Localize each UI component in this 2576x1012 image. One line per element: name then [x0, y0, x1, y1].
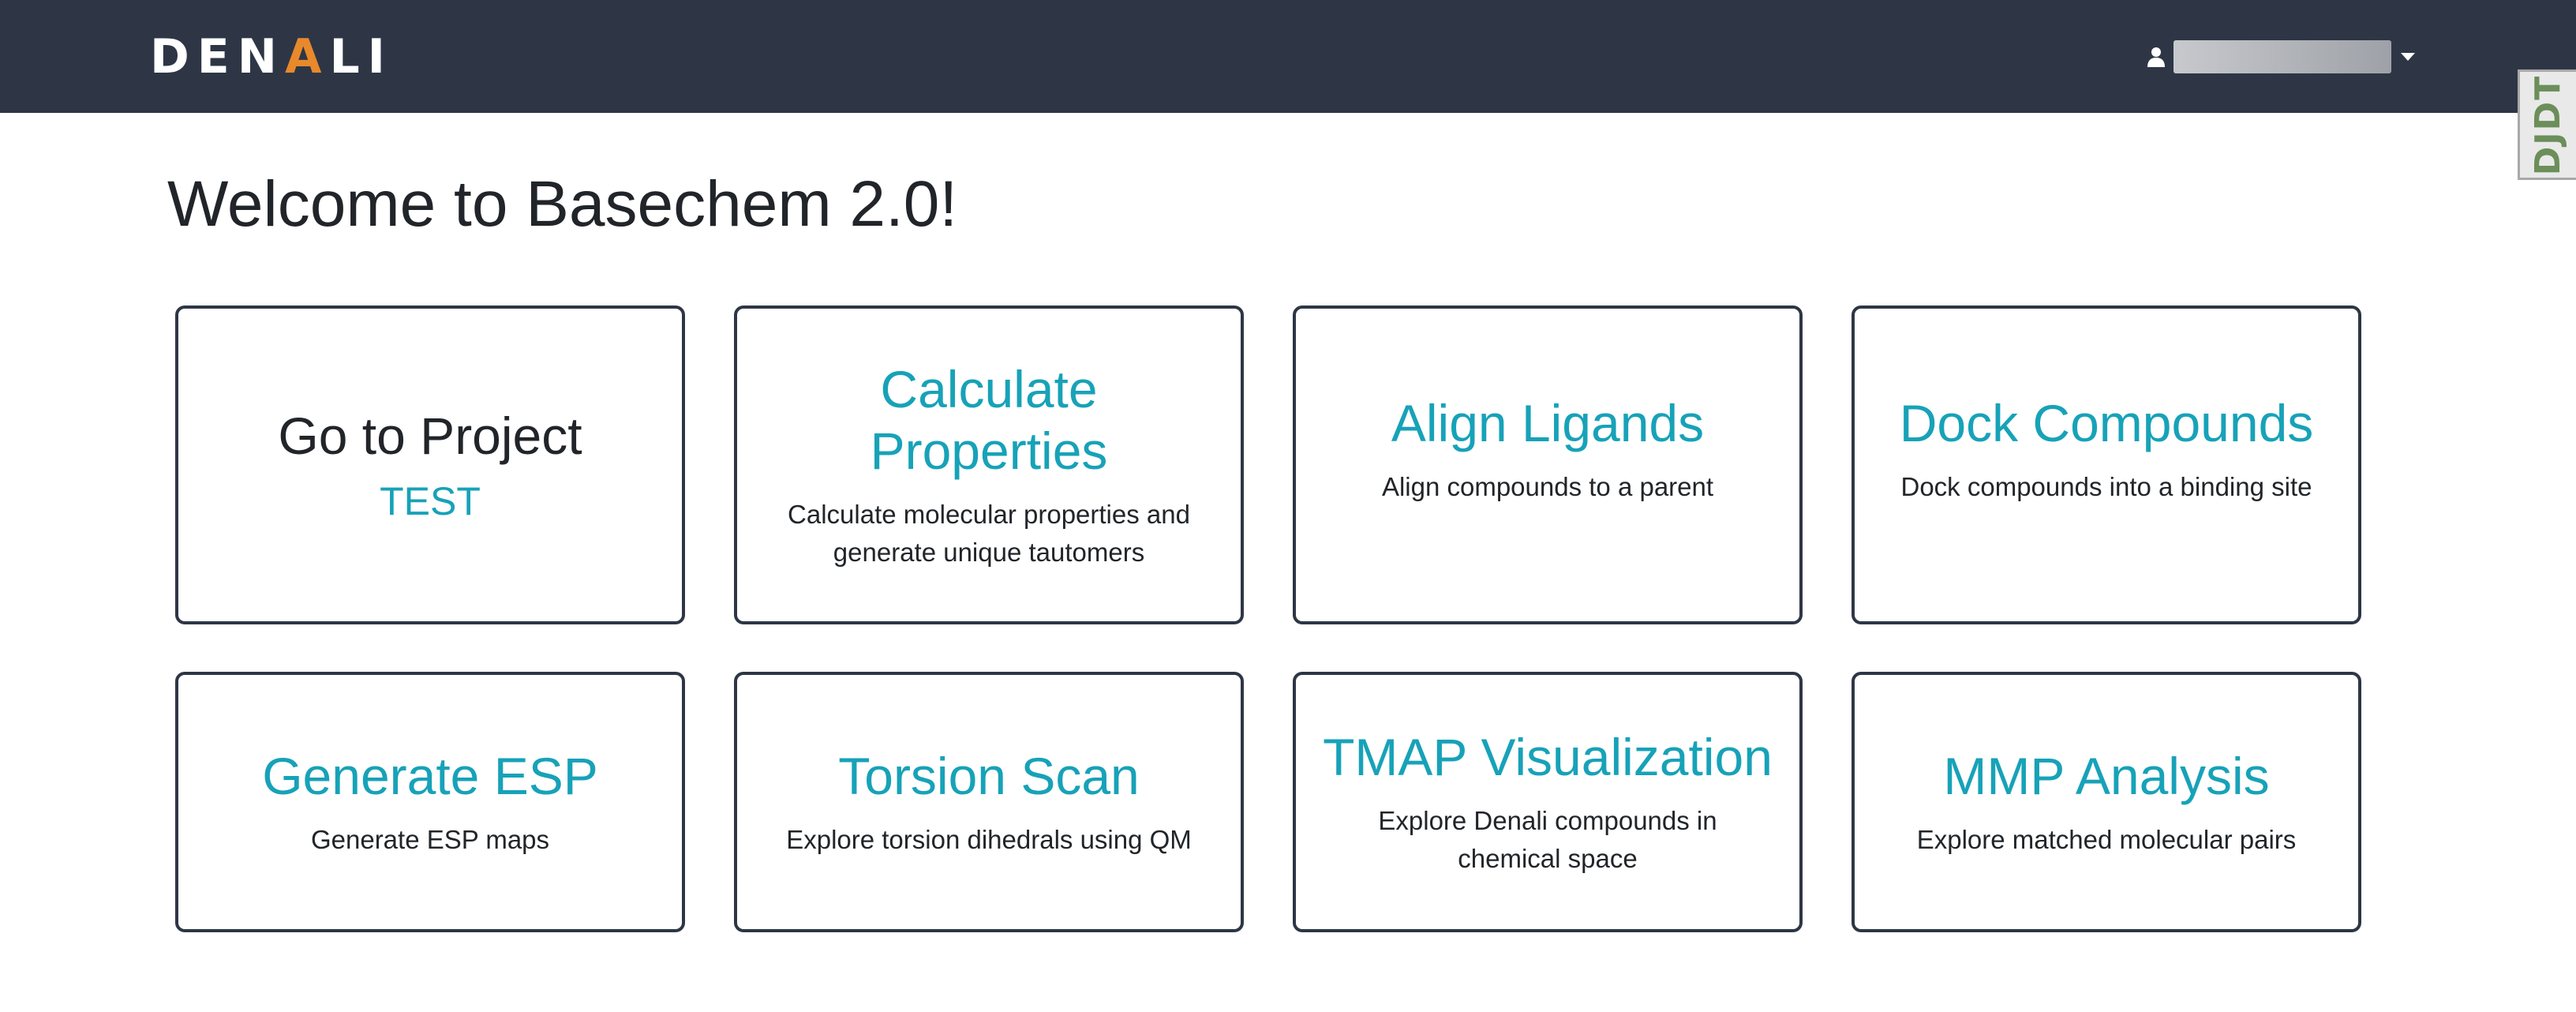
card-description: Explore Denali compounds in chemical spa…	[1378, 806, 1717, 873]
card-title: Calculate Properties	[870, 360, 1108, 480]
logo-text-accent: A	[285, 29, 330, 84]
card-align-ligands[interactable]: Align Ligands Align compounds to a paren…	[1293, 305, 1803, 624]
card-description: Explore matched molecular pairs	[1916, 825, 2297, 854]
user-name-redacted	[2174, 40, 2391, 73]
debug-toolbar-label: DJDT	[2528, 74, 2568, 175]
card-mmp-analysis[interactable]: MMP Analysis Explore matched molecular p…	[1852, 672, 2361, 932]
card-title: Torsion Scan	[838, 747, 1140, 805]
card-torsion-scan[interactable]: Torsion Scan Explore torsion dihedrals u…	[734, 672, 1244, 932]
card-calculate-properties[interactable]: Calculate Properties Calculate molecular…	[734, 305, 1244, 624]
card-dock-compounds[interactable]: Dock Compounds Dock compounds into a bin…	[1852, 305, 2361, 624]
card-description: Explore torsion dihedrals using QM	[786, 825, 1192, 854]
denali-logo[interactable]: DEN A LI	[150, 29, 394, 84]
card-description: Calculate molecular properties and gener…	[788, 500, 1190, 567]
user-icon	[2147, 47, 2165, 67]
card-title: Go to Project	[278, 407, 582, 465]
card-title: TMAP Visualization	[1323, 728, 1773, 786]
card-tmap-visualization[interactable]: TMAP Visualization Explore Denali compou…	[1293, 672, 1803, 932]
card-description: Dock compounds into a binding site	[1900, 472, 2312, 501]
card-go-to-project[interactable]: Go to Project TEST	[175, 305, 685, 624]
card-description: Align compounds to a parent	[1381, 472, 1714, 501]
page-title: Welcome to Basechem 2.0!	[167, 168, 958, 240]
project-link[interactable]: TEST	[380, 478, 481, 525]
card-title: Generate ESP	[262, 747, 598, 805]
card-generate-esp[interactable]: Generate ESP Generate ESP maps	[175, 672, 685, 932]
logo-wordmark: DEN A LI	[150, 29, 394, 84]
card-title: MMP Analysis	[1943, 747, 2270, 805]
card-description: Generate ESP maps	[310, 825, 550, 854]
card-title: Dock Compounds	[1899, 394, 2314, 452]
top-navbar: DEN A LI	[0, 0, 2576, 113]
card-title: Align Ligands	[1391, 394, 1705, 452]
logo-text-part2: LI	[329, 29, 394, 84]
user-dropdown[interactable]	[2147, 38, 2415, 76]
logo-text-part1: DEN	[150, 29, 286, 84]
caret-down-icon	[2401, 53, 2415, 61]
debug-toolbar-tab[interactable]: DJDT	[2518, 69, 2576, 180]
tool-cards-grid: Go to Project TEST Calculate Properties …	[175, 305, 2361, 932]
